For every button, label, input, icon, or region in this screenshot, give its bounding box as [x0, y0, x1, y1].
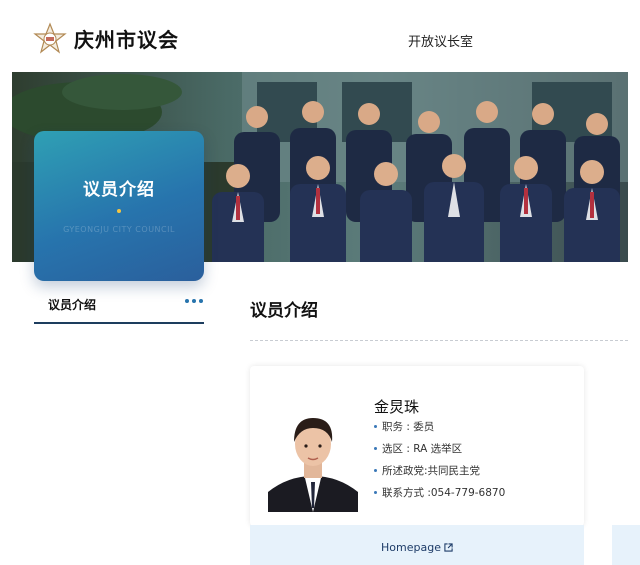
member-district: 选区 : RA 选举区: [374, 442, 505, 464]
accent-dot: [117, 209, 121, 213]
homepage-bar[interactable]: Homepage: [250, 525, 584, 565]
site-title[interactable]: 庆州市议会: [74, 24, 179, 53]
next-card-homepage-bar[interactable]: [612, 525, 640, 565]
section-title: 议员介绍: [250, 301, 318, 321]
council-emblem-icon[interactable]: [33, 22, 67, 56]
homepage-label: Homepage: [381, 541, 441, 554]
member-card: 金炅珠 职务 : 委员 选区 : RA 选举区 所述政党:共同民主党 联系方式 …: [250, 366, 584, 526]
portrait-illustration: [268, 396, 358, 512]
member-facts-list: 职务 : 委员 选区 : RA 选举区 所述政党:共同民主党 联系方式 :054…: [374, 420, 505, 508]
page-title-card-watermark: GYEONGJU CITY COUNCIL: [63, 225, 175, 234]
member-portrait: [268, 396, 358, 512]
page-title-card-heading: 议员介绍: [83, 180, 155, 200]
open-chairman-room-link[interactable]: 开放议长室: [408, 31, 473, 50]
site-header: 庆州市议会 开放议长室: [0, 0, 640, 72]
side-nav-active-item[interactable]: 议员介绍: [34, 288, 204, 324]
page-title-card: 议员介绍 GYEONGJU CITY COUNCIL: [34, 131, 204, 281]
homepage-link[interactable]: Homepage: [250, 541, 584, 554]
member-name: 金炅珠: [374, 398, 420, 416]
member-party: 所述政党:共同民主党: [374, 464, 505, 486]
side-nav-label: 议员介绍: [48, 298, 97, 312]
member-position: 职务 : 委员: [374, 420, 505, 442]
section-divider: [250, 340, 628, 341]
member-contact: 联系方式 :054-779-6870: [374, 486, 505, 508]
external-link-icon: [444, 543, 453, 552]
more-dots-icon[interactable]: [185, 299, 203, 305]
